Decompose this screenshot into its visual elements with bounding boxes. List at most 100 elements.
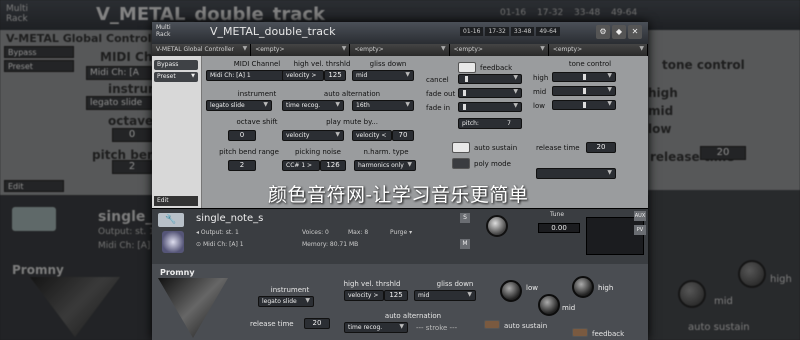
instrument-dropdown[interactable]: legato slide ▼: [206, 100, 272, 111]
high-vel-mode-dropdown[interactable]: velocity >: [282, 70, 324, 81]
fade-in-label: fade in: [426, 104, 451, 112]
mute-button[interactable]: M: [460, 239, 470, 249]
page-tab[interactable]: 01-16: [460, 27, 484, 36]
tab-empty[interactable]: <empty> ▼: [449, 44, 549, 56]
page-tab[interactable]: 49-64: [536, 27, 560, 36]
ghost-panel-title: V-METAL Global Controller: [6, 32, 169, 45]
voices-readout: Voices: 0: [302, 229, 329, 236]
auto-alternation-note-dropdown[interactable]: 16th ▼: [352, 100, 414, 111]
feedback-label: feedback: [480, 64, 513, 72]
release-time-label: release time: [536, 144, 580, 152]
fade-in-slider[interactable]: ▼: [458, 102, 522, 112]
picking-noise-value[interactable]: 126: [320, 160, 346, 171]
edit-button[interactable]: Edit: [154, 196, 198, 206]
inst-release-time-value[interactable]: 20: [304, 318, 330, 329]
ghost-midi: Midi Ch: [A] 1: [98, 241, 159, 251]
output-meter: [586, 217, 644, 255]
instrument-name[interactable]: single_note_s: [196, 213, 263, 224]
ghost-preset: Preset: [4, 60, 74, 72]
tab-global-controller[interactable]: V-METAL Global Controller ▼: [152, 44, 252, 56]
pitch-control[interactable]: pitch: 7: [458, 118, 522, 129]
tone-low-slider[interactable]: ▼: [552, 100, 616, 110]
rack-pages: 01-16 17-32 33-48 49-64: [460, 27, 560, 36]
tab-empty[interactable]: <empty> ▼: [251, 44, 351, 56]
pv-button[interactable]: PV: [634, 225, 646, 235]
inst-gliss-down-dropdown[interactable]: mid ▼: [414, 290, 476, 301]
solo-button[interactable]: S: [460, 213, 470, 223]
brand-logo: Promny: [160, 268, 195, 277]
play-mute-velocity-dropdown[interactable]: velocity <: [352, 130, 392, 141]
tone-high-slider[interactable]: ▼: [552, 72, 616, 82]
auto-sustain-toggle[interactable]: [452, 142, 470, 153]
wrench-icon[interactable]: 🔧: [158, 213, 184, 227]
aux-icon[interactable]: ◆: [612, 25, 626, 39]
n-harm-type-dropdown[interactable]: harmonics only ▼: [354, 160, 416, 171]
midi-channel-selector[interactable]: ⊙ Midi Ch: [A] 1: [196, 241, 244, 248]
eq-high-label: high: [598, 284, 614, 292]
rack-title[interactable]: V_METAL_double_track: [210, 25, 335, 38]
inst-high-vel-dropdown[interactable]: velocity >: [344, 290, 384, 301]
high-vel-threshold-value[interactable]: 125: [324, 70, 346, 81]
eq-mid-knob[interactable]: [538, 294, 560, 316]
page-tab[interactable]: 17-32: [485, 27, 509, 36]
inst-high-vel-value[interactable]: 125: [384, 290, 408, 301]
tune-value[interactable]: 0.00: [538, 223, 580, 233]
inst-high-vel-label: high vel. thrshld: [343, 280, 401, 288]
tone-low-label: low: [533, 102, 545, 110]
pitch-bend-range-value[interactable]: 2: [228, 160, 256, 171]
inst-auto-sustain-toggle[interactable]: [484, 320, 500, 329]
multirack-label: Multi Rack: [156, 24, 171, 38]
octave-shift-value[interactable]: 0: [228, 130, 256, 141]
auto-alternation-mode-dropdown[interactable]: time recog. ▼: [282, 100, 344, 111]
auto-alternation-label: auto alternation: [323, 90, 381, 98]
eq-low-label: low: [526, 284, 538, 292]
page-tab[interactable]: 33-48: [510, 27, 535, 36]
ghost-mid-label: mid: [714, 296, 733, 307]
ghost-label-octave: octave: [108, 114, 154, 128]
tune-label: Tune: [550, 211, 565, 218]
tone-mid-label: mid: [533, 88, 547, 96]
v-metal-logo-icon: [158, 278, 228, 338]
eq-mid-label: mid: [562, 304, 576, 312]
max-voices[interactable]: Max: 8: [348, 229, 368, 236]
aux-button[interactable]: AUX: [634, 211, 646, 221]
purge-button[interactable]: Purge ▾: [390, 229, 412, 236]
play-mute-by-dropdown[interactable]: velocity ▼: [282, 130, 344, 141]
inst-instrument-dropdown[interactable]: legato slide ▼: [258, 296, 314, 307]
cancel-slider[interactable]: ▼: [458, 74, 522, 84]
tab-empty[interactable]: <empty> ▼: [548, 44, 649, 56]
poly-mode-toggle[interactable]: [452, 158, 470, 169]
release-time-value[interactable]: 20: [586, 142, 616, 153]
tune-knob[interactable]: [486, 215, 508, 237]
tab-empty[interactable]: <empty> ▼: [350, 44, 450, 56]
eq-low-knob[interactable]: [500, 280, 522, 302]
bypass-button[interactable]: Bypass: [154, 60, 198, 70]
feedback-toggle[interactable]: [458, 62, 476, 73]
ghost-wrench-icon: [12, 207, 56, 231]
gliss-down-dropdown[interactable]: mid ▼: [352, 70, 414, 81]
inst-release-time-label: release time: [250, 320, 294, 328]
ghost-midi-value: Midi Ch: [A: [86, 66, 152, 80]
play-mute-by-label: play mute by...: [326, 118, 378, 126]
inst-stroke-label: --- stroke ---: [416, 324, 458, 332]
eq-high-knob[interactable]: [572, 276, 594, 298]
instrument-gui: Promny instrument legato slide ▼ high vel…: [152, 264, 648, 340]
inst-auto-alternation-dropdown[interactable]: time recog. ▼: [344, 322, 408, 333]
instrument-header: 🔧 single_note_s ◂ Output: st. 1 ⊙ Midi C…: [152, 208, 648, 264]
fade-out-slider[interactable]: ▼: [458, 88, 522, 98]
inst-feedback-toggle[interactable]: [572, 328, 588, 337]
extra-dropdown[interactable]: ▼: [536, 168, 616, 179]
settings-icon[interactable]: ⚙: [596, 25, 610, 39]
close-icon[interactable]: ✕: [628, 25, 642, 39]
ghost-label-tone: tone control: [662, 58, 745, 72]
output-selector[interactable]: ◂ Output: st. 1: [196, 229, 239, 236]
ghost-bypass: Bypass: [4, 46, 74, 58]
ghost-label-low: low: [648, 122, 672, 136]
tone-mid-slider[interactable]: ▼: [552, 86, 616, 96]
play-mute-velocity-value[interactable]: 70: [392, 130, 414, 141]
picking-noise-cc-dropdown[interactable]: CC# 1 >: [282, 160, 320, 171]
tone-control-label: tone control: [568, 60, 612, 68]
ghost-knob-icon: [678, 280, 706, 308]
preset-button[interactable]: Preset ▼: [154, 72, 198, 82]
ghost-v-logo-icon: [30, 277, 120, 337]
